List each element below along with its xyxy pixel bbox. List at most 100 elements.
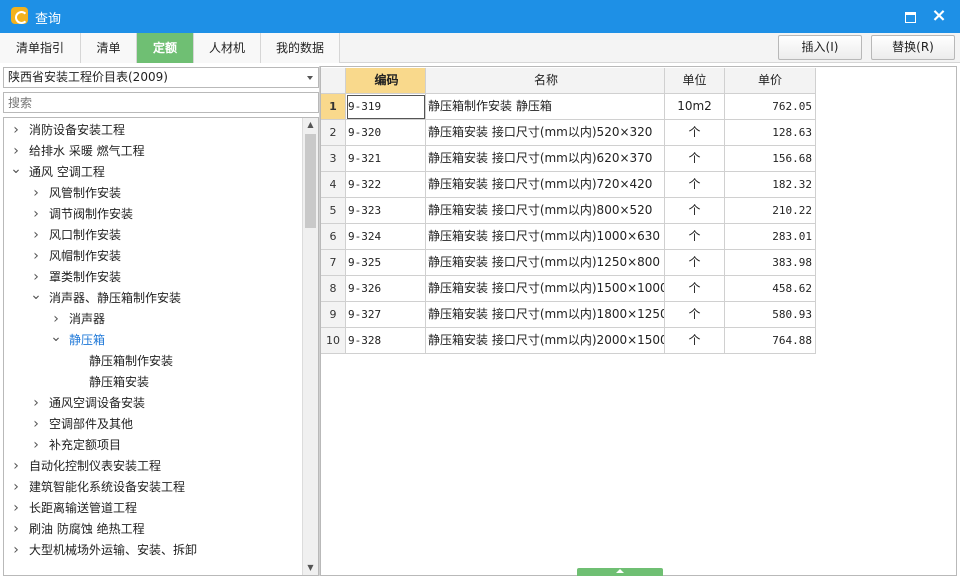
cell-code[interactable]: 9-326	[346, 276, 426, 302]
tree-item[interactable]: › 风帽制作安装	[4, 246, 301, 267]
chevron-down-icon[interactable]: ⌄	[30, 288, 42, 309]
tree-item[interactable]: 静压箱安装	[4, 372, 301, 393]
cell-code[interactable]: 9-323	[346, 198, 426, 224]
tree-item[interactable]: › 风管制作安装	[4, 183, 301, 204]
cell-unit[interactable]: 个	[665, 172, 725, 198]
insert-button[interactable]: 插入(I)	[778, 35, 862, 60]
panel-collapse-handle[interactable]	[577, 568, 663, 576]
tree-item[interactable]: › 大型机械场外运输、安装、拆卸	[4, 540, 301, 561]
tree-item[interactable]: › 自动化控制仪表安装工程	[4, 456, 301, 477]
chevron-right-icon[interactable]: ›	[10, 519, 22, 540]
cell-unit[interactable]: 个	[665, 146, 725, 172]
row-index[interactable]: 1	[321, 94, 346, 120]
row-index[interactable]: 4	[321, 172, 346, 198]
tree-item[interactable]: 静压箱制作安装	[4, 351, 301, 372]
header-unit[interactable]: 单位	[665, 68, 725, 94]
tree-item[interactable]: › 风口制作安装	[4, 225, 301, 246]
cell-code[interactable]: 9-325	[346, 250, 426, 276]
chevron-right-icon[interactable]: ›	[50, 309, 62, 330]
chevron-right-icon[interactable]: ›	[10, 540, 22, 561]
tree-item[interactable]: ⌄ 通风 空调工程	[4, 162, 301, 183]
cell-unit[interactable]: 10m2	[665, 94, 725, 120]
tree-item[interactable]: › 长距离输送管道工程	[4, 498, 301, 519]
chevron-down-icon[interactable]: ⌄	[10, 162, 22, 183]
tab-labor-material-machine[interactable]: 人材机	[194, 33, 261, 63]
chevron-right-icon[interactable]: ›	[30, 204, 42, 225]
cell-unit[interactable]: 个	[665, 224, 725, 250]
cell-price[interactable]: 128.63	[725, 120, 816, 146]
cell-code[interactable]: 9-324	[346, 224, 426, 250]
tree-item[interactable]: ⌄ 消声器、静压箱制作安装	[4, 288, 301, 309]
tree-item[interactable]: ⌄ 静压箱	[4, 330, 301, 351]
tree-item[interactable]: › 刷油 防腐蚀 绝热工程	[4, 519, 301, 540]
cell-price[interactable]: 182.32	[725, 172, 816, 198]
chevron-right-icon[interactable]: ›	[30, 435, 42, 456]
cell-name[interactable]: 静压箱安装 接口尺寸(mm以内)1800×1250	[426, 302, 665, 328]
chevron-right-icon[interactable]: ›	[30, 393, 42, 414]
row-index[interactable]: 5	[321, 198, 346, 224]
chevron-down-icon[interactable]: ⌄	[50, 330, 62, 351]
chevron-right-icon[interactable]: ›	[30, 267, 42, 288]
cell-name[interactable]: 静压箱安装 接口尺寸(mm以内)1500×1000	[426, 276, 665, 302]
tab-list[interactable]: 清单	[81, 33, 137, 63]
cell-price[interactable]: 580.93	[725, 302, 816, 328]
row-index[interactable]: 2	[321, 120, 346, 146]
cell-price[interactable]: 383.98	[725, 250, 816, 276]
maximize-icon[interactable]	[897, 5, 923, 27]
row-index[interactable]: 6	[321, 224, 346, 250]
cell-price[interactable]: 156.68	[725, 146, 816, 172]
chevron-right-icon[interactable]: ›	[30, 183, 42, 204]
cell-unit[interactable]: 个	[665, 198, 725, 224]
tab-quota[interactable]: 定额	[137, 33, 194, 63]
header-name[interactable]: 名称	[426, 68, 665, 94]
tree-item[interactable]: › 消防设备安装工程	[4, 120, 301, 141]
tree-item[interactable]: › 通风空调设备安装	[4, 393, 301, 414]
chevron-right-icon[interactable]: ›	[10, 141, 22, 162]
tab-my-data[interactable]: 我的数据	[261, 33, 340, 63]
search-input[interactable]	[3, 92, 319, 113]
cell-price[interactable]: 764.88	[725, 328, 816, 354]
cell-code[interactable]: 9-320	[346, 120, 426, 146]
cell-unit[interactable]: 个	[665, 328, 725, 354]
library-select[interactable]: 陕西省安装工程价目表(2009)	[3, 67, 319, 88]
cell-name[interactable]: 静压箱安装 接口尺寸(mm以内)720×420	[426, 172, 665, 198]
replace-button[interactable]: 替换(R)	[871, 35, 955, 60]
row-index[interactable]: 7	[321, 250, 346, 276]
chevron-right-icon[interactable]: ›	[10, 477, 22, 498]
tree-item[interactable]: › 补充定额项目	[4, 435, 301, 456]
cell-unit[interactable]: 个	[665, 276, 725, 302]
tree-scrollbar[interactable]: ▲ ▼	[302, 118, 318, 575]
cell-name[interactable]: 静压箱制作安装 静压箱	[426, 94, 665, 120]
header-price[interactable]: 单价	[725, 68, 816, 94]
cell-price[interactable]: 762.05	[725, 94, 816, 120]
row-index[interactable]: 8	[321, 276, 346, 302]
tree-item[interactable]: › 给排水 采暖 燃气工程	[4, 141, 301, 162]
cell-code[interactable]: 9-327	[346, 302, 426, 328]
chevron-right-icon[interactable]: ›	[30, 414, 42, 435]
chevron-right-icon[interactable]: ›	[30, 225, 42, 246]
cell-name[interactable]: 静压箱安装 接口尺寸(mm以内)800×520	[426, 198, 665, 224]
scroll-down-icon[interactable]: ▼	[303, 561, 318, 575]
cell-name[interactable]: 静压箱安装 接口尺寸(mm以内)520×320	[426, 120, 665, 146]
scroll-up-icon[interactable]: ▲	[303, 118, 318, 132]
cell-code[interactable]: 9-328	[346, 328, 426, 354]
chevron-right-icon[interactable]: ›	[10, 456, 22, 477]
cell-name[interactable]: 静压箱安装 接口尺寸(mm以内)1000×630	[426, 224, 665, 250]
tab-list-guide[interactable]: 清单指引	[0, 33, 81, 63]
cell-code[interactable]: 9-319	[346, 94, 426, 120]
row-index[interactable]: 9	[321, 302, 346, 328]
tree-item[interactable]: › 建筑智能化系统设备安装工程	[4, 477, 301, 498]
cell-price[interactable]: 458.62	[725, 276, 816, 302]
chevron-right-icon[interactable]: ›	[10, 498, 22, 519]
cell-name[interactable]: 静压箱安装 接口尺寸(mm以内)2000×1500	[426, 328, 665, 354]
tree-item[interactable]: › 空调部件及其他	[4, 414, 301, 435]
cell-unit[interactable]: 个	[665, 250, 725, 276]
cell-code[interactable]: 9-321	[346, 146, 426, 172]
chevron-down-icon[interactable]	[307, 76, 313, 80]
chevron-right-icon[interactable]: ›	[30, 246, 42, 267]
cell-name[interactable]: 静压箱安装 接口尺寸(mm以内)1250×800	[426, 250, 665, 276]
tree-item[interactable]: › 调节阀制作安装	[4, 204, 301, 225]
row-index[interactable]: 3	[321, 146, 346, 172]
cell-price[interactable]: 283.01	[725, 224, 816, 250]
header-code[interactable]: 编码	[346, 68, 426, 94]
